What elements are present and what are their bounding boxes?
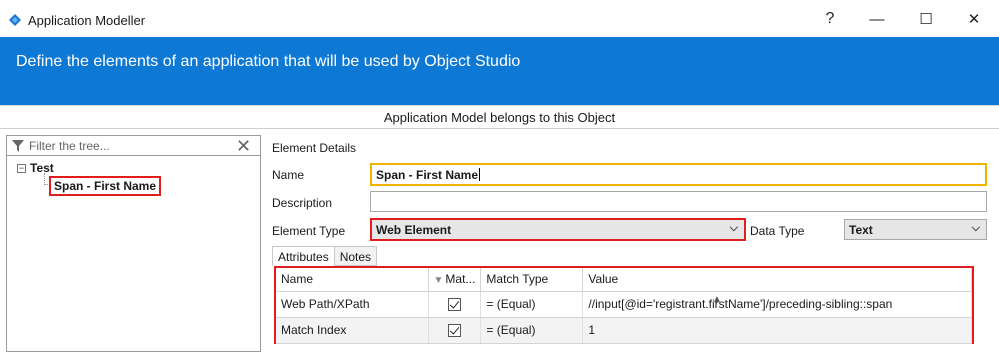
sort-icon: ▼ [433, 275, 444, 287]
scroll-up-icon[interactable]: ▲ [712, 294, 722, 305]
chevron-down-icon: ⌵ [971, 222, 980, 234]
match-type[interactable]: = (Equal) [480, 291, 584, 318]
divider [0, 105, 999, 106]
collapse-toggle-icon[interactable]: − [17, 163, 26, 173]
tree-filter: ✕ [7, 136, 260, 156]
tree-root-node[interactable]: − Test [17, 161, 54, 175]
tab-attributes[interactable]: Attributes [272, 246, 335, 266]
match-checkbox[interactable] [447, 298, 461, 312]
banner-text: Define the elements of an application th… [16, 53, 521, 70]
match-cell [428, 317, 482, 344]
name-label: Name [272, 168, 305, 182]
maximize-button[interactable]: ☐ [911, 8, 941, 30]
minimize-button[interactable]: — [862, 8, 892, 30]
name-value: Span - First Name [376, 168, 479, 182]
column-header-value[interactable]: Value [582, 268, 972, 292]
clear-filter-icon[interactable]: ✕ [236, 136, 251, 157]
text-cursor [479, 168, 481, 181]
element-details-panel: Element Details Name Span - First Name D… [266, 129, 999, 352]
column-header-match-label: Mat... [445, 272, 476, 287]
owner-bar: Application Model belongs to this Object [0, 105, 999, 129]
help-button[interactable]: ? [815, 8, 845, 30]
data-type-select[interactable]: Text ⌵ [844, 219, 987, 240]
data-type-value: Text [849, 223, 873, 237]
tree-filter-input[interactable] [29, 138, 229, 154]
app-logo-icon [9, 14, 23, 26]
element-type-select[interactable]: Web Element ⌵ [370, 218, 746, 241]
table-row[interactable]: Match Index = (Equal) 1 [276, 317, 972, 344]
details-tabs: Attributes Notes [272, 246, 378, 266]
match-type[interactable]: = (Equal) [480, 317, 584, 344]
close-button[interactable]: ✕ [959, 8, 989, 30]
description-field[interactable] [370, 191, 987, 212]
attribute-value[interactable]: 1 [582, 317, 972, 344]
element-type-label: Element Type [272, 224, 346, 238]
header-banner: Define the elements of an application th… [0, 37, 999, 105]
element-type-value: Web Element [376, 223, 452, 237]
data-type-label: Data Type [750, 224, 805, 238]
table-row[interactable]: Web Path/XPath = (Equal) //input[@id='re… [276, 291, 972, 318]
filter-icon [12, 140, 24, 152]
grid-scrollbar[interactable]: ▲ [710, 290, 724, 352]
attributes-table: Name ▼ Mat... Match Type Value Web Path/X… [276, 268, 972, 344]
column-header-match-type[interactable]: Match Type [480, 268, 584, 292]
chevron-down-icon: ⌵ [729, 222, 738, 234]
description-label: Description [272, 196, 333, 210]
tree-root-label: Test [30, 161, 54, 175]
match-cell [428, 291, 482, 318]
tab-notes[interactable]: Notes [333, 246, 378, 266]
attribute-name: Match Index [276, 317, 429, 344]
name-field[interactable]: Span - First Name [370, 163, 987, 186]
match-checkbox[interactable] [447, 324, 461, 338]
element-tree-panel: ✕ − Test Span - First Name [6, 135, 261, 352]
owner-text: Application Model belongs to this Object [383, 110, 616, 125]
column-header-match[interactable]: ▼ Mat... [428, 268, 482, 292]
window-title: Application Modeller [28, 13, 146, 28]
tree-item-span-first-name[interactable]: Span - First Name [49, 176, 162, 196]
column-header-name[interactable]: Name [276, 268, 429, 292]
title-bar: Application Modeller ? — ☐ ✕ [0, 0, 999, 37]
attribute-value[interactable]: //input[@id='registrant.firstName']/prec… [582, 291, 972, 318]
element-details-heading: Element Details [272, 141, 357, 155]
attribute-name: Web Path/XPath [276, 291, 429, 318]
attributes-grid: Name ▼ Mat... Match Type Value Web Path/X… [274, 266, 974, 344]
table-header-row: Name ▼ Mat... Match Type Value [276, 268, 972, 292]
